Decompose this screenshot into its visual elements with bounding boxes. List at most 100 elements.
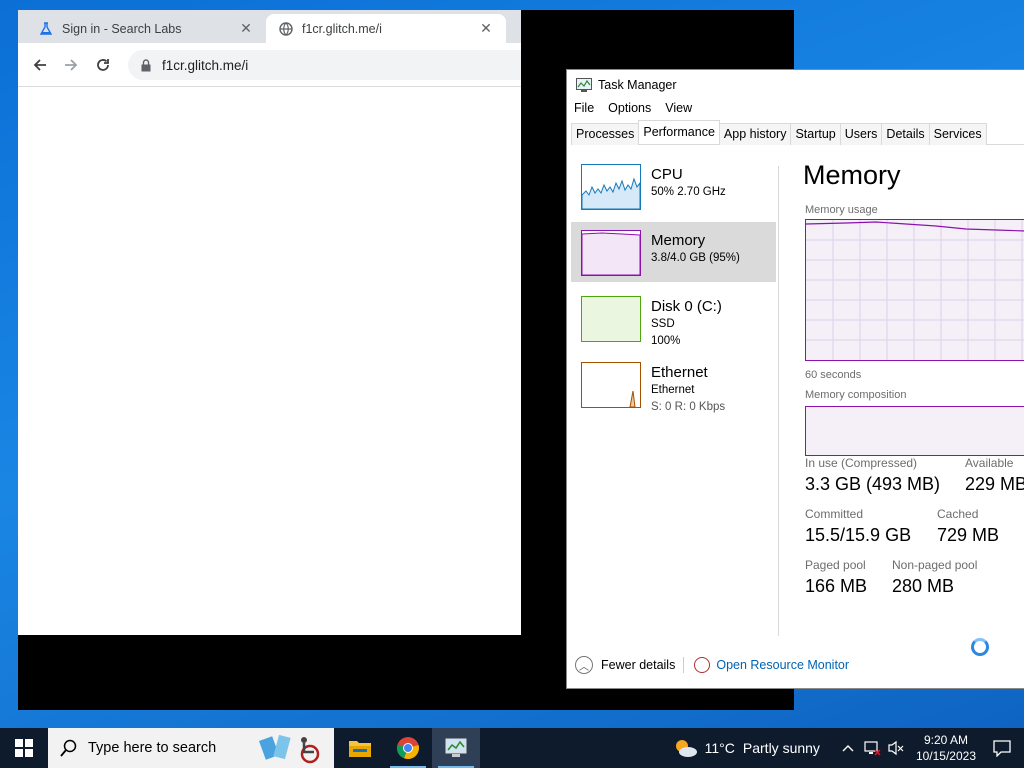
fewer-details-button[interactable]: Fewer details — [601, 658, 675, 672]
weather-widget[interactable]: 11°C Partly sunny — [673, 737, 820, 759]
system-clock[interactable]: 9:20 AM 10/15/2023 — [916, 732, 976, 764]
stat-value: 166 MB — [805, 576, 868, 596]
panel-divider — [778, 166, 779, 636]
tab-services[interactable]: Services — [928, 123, 987, 145]
disk-thumbnail — [581, 296, 641, 342]
url-text: f1cr.glitch.me/i — [162, 57, 249, 73]
stat-label: Non-paged pool — [892, 558, 978, 572]
stat-label: In use (Compressed) — [805, 456, 918, 470]
sidebar-item-detail: SSD — [651, 318, 675, 330]
address-bar[interactable]: f1cr.glitch.me/i — [128, 50, 521, 80]
tab-users[interactable]: Users — [839, 123, 883, 145]
stat-label: Committed — [805, 507, 864, 521]
sidebar-item-detail: Ethernet — [651, 384, 695, 396]
stat-label: Paged pool — [805, 558, 866, 572]
sidebar-item-detail: 50% 2.70 GHz — [651, 186, 726, 198]
tab-details[interactable]: Details — [881, 123, 930, 145]
reload-icon[interactable] — [92, 54, 114, 76]
tab-strip: Sign in - Search Labs ✕ f1cr.glitch.me/i… — [18, 10, 521, 43]
weather-condition: Partly sunny — [742, 740, 820, 756]
open-resource-monitor-link[interactable]: Open Resource Monitor — [716, 658, 849, 672]
footer-separator — [683, 657, 685, 673]
window-title: Task Manager — [598, 77, 677, 92]
volume-muted-icon[interactable] — [886, 738, 906, 758]
chevron-up-icon[interactable]: ︿ — [575, 656, 593, 674]
memory-thumbnail — [581, 230, 641, 276]
stat-value: 15.5/15.9 GB — [805, 525, 912, 545]
sidebar-item-detail: 3.8/4.0 GB (95%) — [651, 252, 740, 264]
sidebar-item-label: Ethernet — [651, 364, 708, 381]
window-footer: ︿ Fewer details Open Resource Monitor — [567, 652, 1024, 678]
windows-logo-icon — [15, 739, 33, 757]
taskbar-app-chrome[interactable] — [384, 728, 432, 768]
stat-value: 229 MB — [965, 474, 1024, 494]
sidebar-item-detail: 100% — [651, 335, 681, 347]
tab-processes[interactable]: Processes — [571, 123, 640, 145]
search-highlight-icon — [259, 734, 320, 764]
network-icon[interactable] — [862, 738, 882, 758]
stat-cached: Cached 729 MB — [937, 507, 999, 546]
forward-arrow-icon[interactable] — [60, 54, 82, 76]
start-button[interactable] — [0, 728, 48, 768]
menu-file[interactable]: File — [567, 99, 601, 119]
clock-time: 9:20 AM — [923, 733, 968, 747]
stat-value: 280 MB — [892, 576, 955, 596]
partly-sunny-icon — [675, 740, 697, 757]
time-range-label: 60 seconds — [805, 369, 862, 381]
close-icon[interactable]: ✕ — [238, 20, 254, 37]
sidebar-item-memory[interactable]: Memory 3.8/4.0 GB (95%) — [571, 222, 776, 282]
taskbar-app-file-explorer[interactable] — [336, 728, 384, 768]
stat-label: Cached — [937, 507, 979, 521]
taskbar: Type here to search 11°C Partly sunny 9:… — [0, 728, 1024, 768]
cpu-thumbnail — [581, 164, 641, 210]
back-arrow-icon[interactable] — [29, 54, 51, 76]
folder-icon — [349, 741, 371, 757]
stat-committed: Committed 15.5/15.9 GB — [805, 507, 911, 546]
tab-glitch[interactable]: f1cr.glitch.me/i ✕ — [266, 14, 506, 43]
tab-app-history[interactable]: App history — [718, 123, 792, 145]
search-icon — [60, 739, 77, 757]
task-manager-icon — [576, 77, 592, 92]
chrome-icon — [396, 737, 419, 760]
tab-bar: Processes Performance App history Startu… — [571, 120, 1024, 145]
stat-paged-pool: Paged pool 166 MB — [805, 558, 867, 597]
sidebar-item-cpu[interactable]: CPU 50% 2.70 GHz — [571, 156, 776, 216]
browser-window: Sign in - Search Labs ✕ f1cr.glitch.me/i… — [18, 10, 521, 635]
task-manager-icon — [445, 738, 467, 757]
sidebar-item-disk[interactable]: Disk 0 (C:) SSD 100% — [571, 288, 776, 348]
lock-icon[interactable] — [140, 58, 152, 72]
usage-label: Memory usage — [805, 204, 878, 216]
close-icon[interactable]: ✕ — [478, 20, 494, 37]
stat-available: Available 229 MB — [965, 456, 1024, 495]
tab-search-labs[interactable]: Sign in - Search Labs ✕ — [26, 14, 266, 43]
stat-value: 3.3 GB (493 MB) — [805, 474, 941, 494]
taskbar-search-box[interactable]: Type here to search — [48, 728, 334, 768]
menu-options[interactable]: Options — [601, 99, 658, 119]
menu-bar: File Options View — [567, 99, 1024, 119]
stat-nonpaged-pool: Non-paged pool 280 MB — [892, 558, 977, 597]
stat-label: Available — [965, 456, 1014, 470]
sidebar-item-ethernet[interactable]: Ethernet Ethernet S: 0 R: 0 Kbps — [571, 354, 776, 414]
sidebar-item-label: Memory — [651, 232, 706, 249]
memory-composition-bar — [805, 406, 1024, 456]
system-tray: 11°C Partly sunny 9:20 AM 10/15/2023 — [673, 728, 1024, 768]
tab-performance[interactable]: Performance — [638, 120, 720, 144]
resource-monitor-icon[interactable] — [694, 657, 711, 673]
sidebar-item-label: CPU — [651, 166, 683, 183]
menu-view[interactable]: View — [658, 99, 699, 119]
stat-value: 729 MB — [937, 525, 1000, 545]
stat-in-use: In use (Compressed) 3.3 GB (493 MB) — [805, 456, 940, 495]
taskbar-app-task-manager[interactable] — [432, 728, 480, 768]
memory-panel: Memory Memory usage 60 seconds Memory co… — [803, 160, 1024, 596]
tab-title: Sign in - Search Labs — [62, 21, 182, 36]
panel-title: Memory — [803, 160, 901, 190]
chevron-up-icon[interactable] — [838, 738, 858, 758]
clock-date: 10/15/2023 — [915, 749, 976, 763]
sidebar-item-label: Disk 0 (C:) — [651, 298, 722, 315]
notification-icon[interactable] — [992, 738, 1012, 758]
resource-sidebar: CPU 50% 2.70 GHz Memory 3.8/4.0 GB (95%)… — [571, 156, 776, 420]
flask-icon — [38, 21, 54, 37]
tab-startup[interactable]: Startup — [790, 123, 841, 145]
ethernet-thumbnail — [581, 362, 641, 408]
globe-icon — [278, 21, 294, 37]
